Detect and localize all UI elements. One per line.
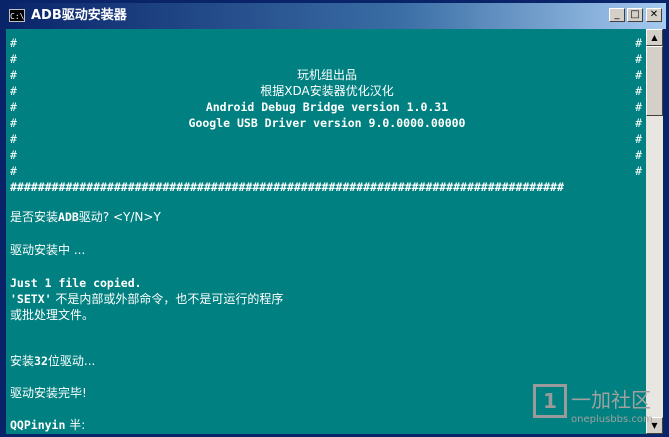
- install-32bit-line: 安装32位驱动...: [10, 354, 96, 368]
- watermark-brand: 一加社区: [571, 388, 651, 412]
- banner-line-1: 玩机组出品: [296, 68, 357, 82]
- banner-border-line: # #: [10, 148, 642, 162]
- banner-border-line: # #: [10, 164, 642, 178]
- banner-border-line: # #: [10, 132, 642, 146]
- title-bar[interactable]: C:\ ADB驱动安装器 _ □ ✕: [3, 3, 666, 29]
- banner-line-3: Android Debug Bridge version 1.0.31: [205, 100, 449, 114]
- banner-border-line: # #: [10, 52, 642, 66]
- close-button[interactable]: ✕: [646, 8, 662, 22]
- console-window: C:\ ADB驱动安装器 _ □ ✕ # # # # # 玩机组出品 # # 根据XDA安…: [0, 0, 669, 437]
- setx-error-line: 'SETX' 不是内部或外部命令，也不是可运行的程序: [10, 292, 284, 306]
- banner-line-2: 根据XDA安装器优化汉化: [260, 84, 394, 98]
- vertical-scrollbar[interactable]: ▲ ▼: [646, 29, 663, 434]
- console-output[interactable]: # # # # # 玩机组出品 # # 根据XDA安装器优化汉化 # # Android De…: [6, 29, 646, 434]
- installing-line: 驱动安装中 ...: [10, 243, 86, 257]
- oneplus-watermark: 1 一加社区 oneplusbbs.com: [527, 380, 667, 432]
- watermark-url: oneplusbbs.com: [571, 414, 653, 425]
- oneplus-logo-icon: 1: [533, 384, 567, 418]
- scroll-thumb[interactable]: [646, 46, 663, 116]
- window-title: ADB驱动安装器: [31, 8, 127, 23]
- banner-border-line: # Google USB Driver version 9.0.0000.0000…: [10, 116, 642, 130]
- banner-border-line: # 玩机组出品 #: [10, 68, 642, 82]
- banner-border-line: # #: [10, 36, 642, 50]
- minimize-button[interactable]: _: [609, 8, 625, 22]
- banner-border-line: # 根据XDA安装器优化汉化 #: [10, 84, 642, 98]
- banner-hash-row: ########################################…: [10, 180, 564, 194]
- maximize-button[interactable]: □: [627, 8, 643, 22]
- banner-line-4: Google USB Driver version 9.0.0000.00000: [188, 116, 466, 130]
- batch-error-line: 或批处理文件。: [10, 308, 95, 322]
- banner-border-line: # Android Debug Bridge version 1.0.31 #: [10, 100, 642, 114]
- console-app-icon[interactable]: C:\: [9, 9, 25, 22]
- scroll-up-button[interactable]: ▲: [646, 29, 663, 46]
- copied-line: Just 1 file copied.: [10, 276, 142, 290]
- install-prompt-line: 是否安装ADB驱动? <Y/N>Y: [10, 210, 161, 224]
